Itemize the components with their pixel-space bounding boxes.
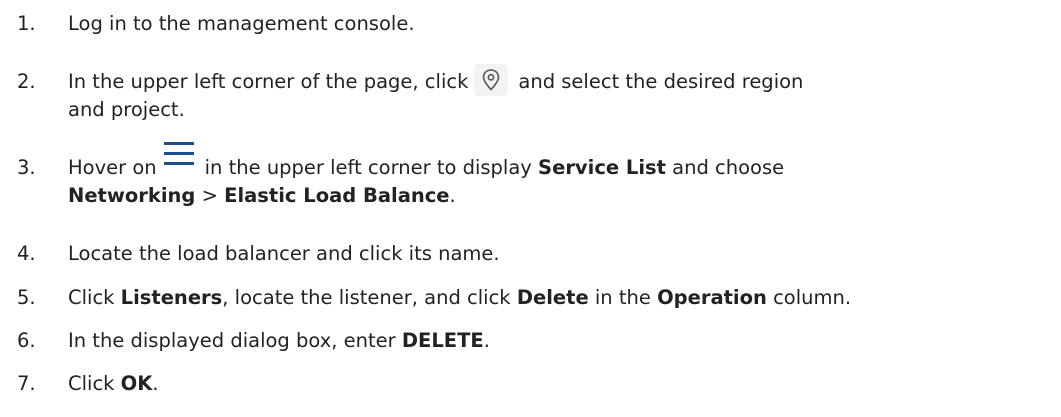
step-text: Log in to the management console. xyxy=(68,12,415,35)
step-number: 1. xyxy=(17,12,36,35)
step-number: 6. xyxy=(17,329,36,352)
step-number: 4. xyxy=(17,242,36,265)
bold-term: Listeners xyxy=(120,286,223,309)
bold-term: Service List xyxy=(538,156,666,179)
step-text-line2: and project. xyxy=(68,98,185,121)
step-text-part: In the displayed dialog box, enter xyxy=(68,329,402,352)
punctuation: . xyxy=(152,372,159,395)
step-text-part: and select the desired region xyxy=(518,70,804,93)
step-text-part: Hover on xyxy=(68,156,157,179)
step-text-line2: Networking > Elastic Load Balance. xyxy=(68,182,456,210)
step-text: Hover on in the upper left corner to disp… xyxy=(68,142,785,184)
step-text-part: In the upper left corner of the page, cl… xyxy=(68,70,469,93)
step-text: In the displayed dialog box, enter DELET… xyxy=(68,327,490,355)
punctuation: . xyxy=(483,329,490,352)
step-text: Click OK. xyxy=(68,370,159,398)
step-text: Click Listeners, locate the listener, an… xyxy=(68,284,851,312)
step-text-part: in the xyxy=(588,286,658,309)
step-number: 7. xyxy=(17,372,36,395)
step-text-part: Click xyxy=(68,372,121,395)
step-text-part: in the upper left corner to display xyxy=(204,156,532,179)
step-text: In the upper left corner of the page, cl… xyxy=(68,64,804,96)
bold-term: Networking xyxy=(68,184,196,207)
step-number: 5. xyxy=(17,286,36,309)
step-number: 3. xyxy=(17,156,36,179)
hamburger-menu-icon xyxy=(163,142,195,184)
bold-term: Operation xyxy=(657,286,767,309)
step-number: 2. xyxy=(17,70,36,93)
separator: > xyxy=(195,184,225,207)
bold-term: Delete xyxy=(516,286,589,309)
bold-term: Elastic Load Balance xyxy=(224,184,450,207)
step-text-part: , locate the listener, and click xyxy=(222,286,517,309)
step-text-part: column. xyxy=(766,286,852,309)
bold-term: DELETE xyxy=(401,329,484,352)
step-text-part: and choose xyxy=(672,156,785,179)
step-text-part: Click xyxy=(68,286,121,309)
location-pin-icon xyxy=(474,64,509,96)
step-text: Locate the load balancer and click its n… xyxy=(68,242,500,265)
bold-term: OK xyxy=(120,372,153,395)
punctuation: . xyxy=(449,184,456,207)
